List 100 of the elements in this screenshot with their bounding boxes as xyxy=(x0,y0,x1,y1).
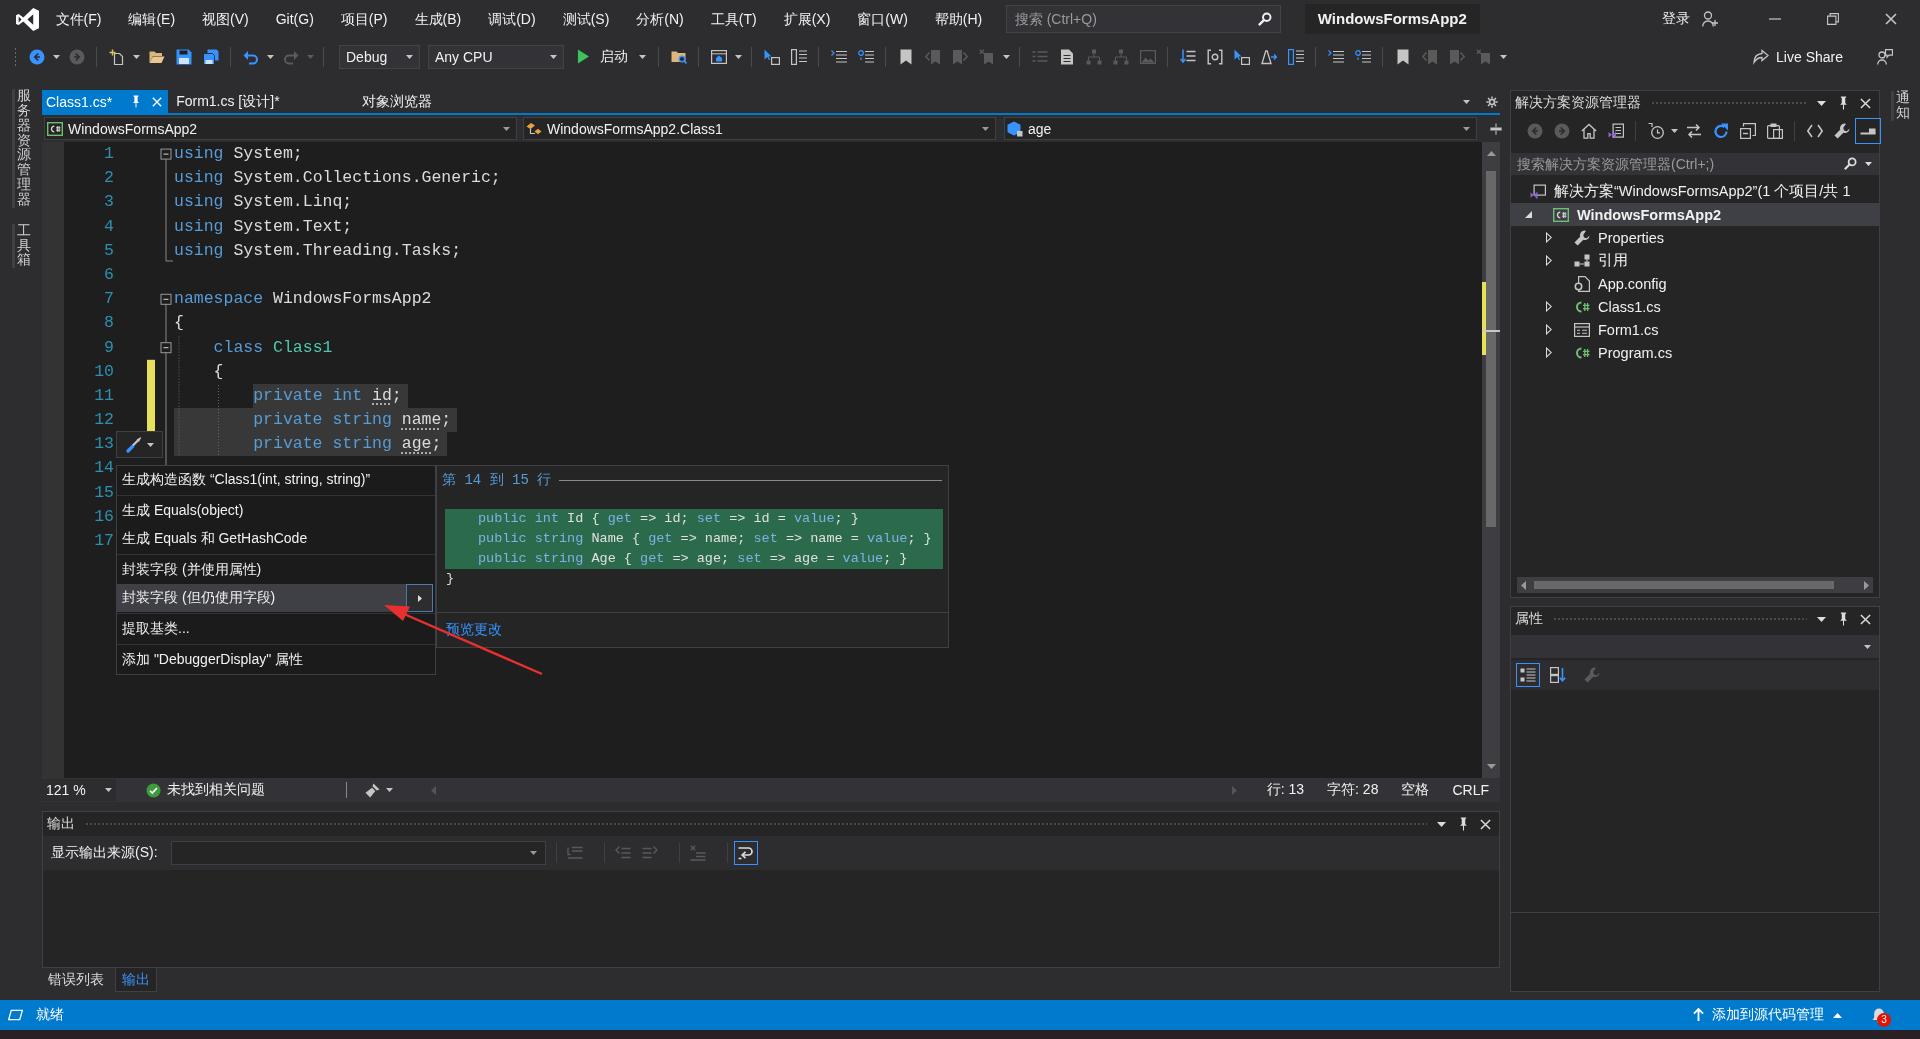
caret-icon[interactable] xyxy=(1463,126,1470,131)
close-icon[interactable] xyxy=(1480,818,1491,830)
menu-item[interactable]: 帮助(H) xyxy=(921,8,996,30)
menu-item[interactable]: 文件(F) xyxy=(42,8,115,30)
triangle-arrow-icon[interactable] xyxy=(1260,48,1277,65)
circle-lines-icon[interactable] xyxy=(1354,48,1371,65)
caret-icon[interactable] xyxy=(1865,162,1872,166)
menu-item[interactable]: 测试(S) xyxy=(549,8,623,30)
menu-item[interactable]: 生成 Equals 和 GetHashCode xyxy=(117,525,435,553)
scroll-left-icon[interactable] xyxy=(1521,580,1526,590)
brackets-icon[interactable] xyxy=(1206,48,1223,65)
caret-icon[interactable] xyxy=(146,442,154,447)
caret-icon[interactable] xyxy=(386,788,393,792)
live-share-button[interactable]: Live Share xyxy=(1749,43,1847,70)
menu-item[interactable]: 窗口(W) xyxy=(843,8,922,30)
wrench-icon[interactable] xyxy=(1833,123,1850,139)
pin-icon[interactable] xyxy=(1839,612,1848,626)
collapse-icon[interactable] xyxy=(160,148,172,160)
side-tab[interactable]: 服务器资源管理器 xyxy=(11,89,31,208)
caret-icon[interactable] xyxy=(529,851,537,855)
split-columns-icon[interactable] xyxy=(790,48,807,65)
vertical-scrollbar[interactable] xyxy=(1482,142,1500,778)
split-icon[interactable] xyxy=(1490,122,1502,135)
circle-lines-icon[interactable] xyxy=(857,48,874,65)
caret-icon[interactable] xyxy=(105,788,112,792)
home-icon[interactable] xyxy=(1580,123,1597,139)
collapse-icon[interactable] xyxy=(160,293,172,305)
collapsed-arrow-icon[interactable] xyxy=(1546,324,1552,335)
sign-in-link[interactable]: 登录 xyxy=(1662,10,1690,28)
up-arrow-icon[interactable] xyxy=(1693,1008,1704,1022)
document-tab[interactable]: 对象浏览器 xyxy=(353,90,506,113)
caret-icon[interactable] xyxy=(267,54,274,59)
caret-icon[interactable] xyxy=(1500,54,1507,59)
menu-item[interactable]: 生成 Equals(object) xyxy=(117,497,435,525)
menu-item[interactable]: 生成(B) xyxy=(401,8,475,30)
search-field[interactable]: 搜索 (Ctrl+Q) xyxy=(1005,5,1281,33)
caret-icon[interactable] xyxy=(982,126,989,131)
caret-icon[interactable] xyxy=(735,54,742,59)
close-icon[interactable] xyxy=(1860,97,1871,109)
new-item-icon[interactable] xyxy=(108,48,125,65)
split-columns-icon[interactable] xyxy=(1287,48,1304,65)
menu-item[interactable]: 添加 "DebuggerDisplay" 属性 xyxy=(117,646,435,674)
menu-item[interactable]: 封装字段 (并使用属性) xyxy=(117,556,435,584)
line-indicator[interactable]: 行: 13 xyxy=(1266,781,1305,799)
tree-item[interactable]: Class1.cs xyxy=(1511,295,1879,318)
sort-lines-icon[interactable] xyxy=(1179,48,1196,65)
caret-icon[interactable] xyxy=(639,54,646,59)
categorized-icon[interactable] xyxy=(1516,663,1540,687)
preview-changes-link[interactable]: 预览更改 xyxy=(446,621,502,639)
search-field[interactable]: 搜索解决方案资源管理器(Ctrl+;) xyxy=(1511,153,1879,175)
caret-icon[interactable] xyxy=(1463,99,1470,104)
caret-icon[interactable] xyxy=(1003,54,1010,59)
document-icon[interactable] xyxy=(1058,48,1075,65)
tree-item[interactable]: 引用 xyxy=(1511,249,1879,272)
indent-lines-icon[interactable] xyxy=(1327,48,1344,65)
caret-icon[interactable] xyxy=(1817,100,1826,106)
menu-item[interactable]: 分析(N) xyxy=(622,8,698,30)
scroll-up-icon[interactable] xyxy=(1486,151,1496,156)
save-icon[interactable] xyxy=(175,48,192,65)
menu-item[interactable]: 项目(P) xyxy=(327,8,401,30)
close-icon[interactable] xyxy=(1885,13,1897,25)
close-icon[interactable] xyxy=(1860,613,1871,625)
search-icon[interactable] xyxy=(1844,157,1857,170)
browser-window-icon[interactable] xyxy=(710,48,727,65)
issues-status[interactable]: 未找到相关问题 xyxy=(167,781,265,799)
sync-arrows-icon[interactable] xyxy=(1685,123,1702,139)
back-icon[interactable] xyxy=(28,48,45,65)
caret-icon[interactable] xyxy=(1671,129,1678,133)
menu-item[interactable]: 扩展(X) xyxy=(770,8,844,30)
tree-item[interactable]: Form1.cs xyxy=(1511,318,1879,341)
dash-block-icon[interactable] xyxy=(1855,118,1881,144)
sort-boxes-icon[interactable] xyxy=(1550,667,1566,683)
pin-icon[interactable] xyxy=(1459,817,1468,831)
pin-icon[interactable] xyxy=(1839,96,1848,110)
line-ending-indicator[interactable]: CRLF xyxy=(1452,782,1489,798)
collapse-all-icon[interactable] xyxy=(1739,123,1756,139)
code-icon[interactable] xyxy=(1806,123,1823,139)
menu-item[interactable]: 封装字段 (但仍使用字段) xyxy=(117,584,406,612)
save-all-icon[interactable] xyxy=(202,48,219,65)
tree-item[interactable]: 解决方案“WindowsFormsApp2”(1 个项目/共 1 xyxy=(1511,180,1879,203)
side-tab[interactable]: 通知 xyxy=(1890,91,1910,121)
zoom-dropdown[interactable]: 121 % xyxy=(42,779,116,801)
horizontal-scrollbar[interactable] xyxy=(1517,577,1873,593)
side-tab[interactable]: 工具箱 xyxy=(11,223,31,269)
document-bowtie-icon[interactable] xyxy=(1607,123,1624,139)
tree-item[interactable]: WindowsFormsApp2 xyxy=(1511,203,1879,226)
menu-item[interactable]: 调试(D) xyxy=(474,8,550,30)
cursor-box-icon[interactable] xyxy=(1233,48,1250,65)
whitespace-indicator[interactable]: 空格 xyxy=(1401,781,1430,799)
scroll-right-icon[interactable] xyxy=(1864,580,1869,590)
scroll-down-icon[interactable] xyxy=(1486,764,1496,769)
menu-item[interactable]: Git(G) xyxy=(262,8,328,30)
caret-icon[interactable] xyxy=(133,54,140,59)
navigation-dropdown[interactable]: WindowsFormsApp2.Class1 xyxy=(523,117,996,140)
collapsed-arrow-icon[interactable] xyxy=(1546,301,1552,312)
menu-item[interactable]: 工具(T) xyxy=(697,8,771,30)
panel-tab[interactable]: 输出 xyxy=(115,968,157,992)
menu-item[interactable]: 视图(V) xyxy=(188,8,263,30)
tree-item[interactable]: Program.cs xyxy=(1511,341,1879,364)
feedback-icon[interactable] xyxy=(1877,48,1893,65)
